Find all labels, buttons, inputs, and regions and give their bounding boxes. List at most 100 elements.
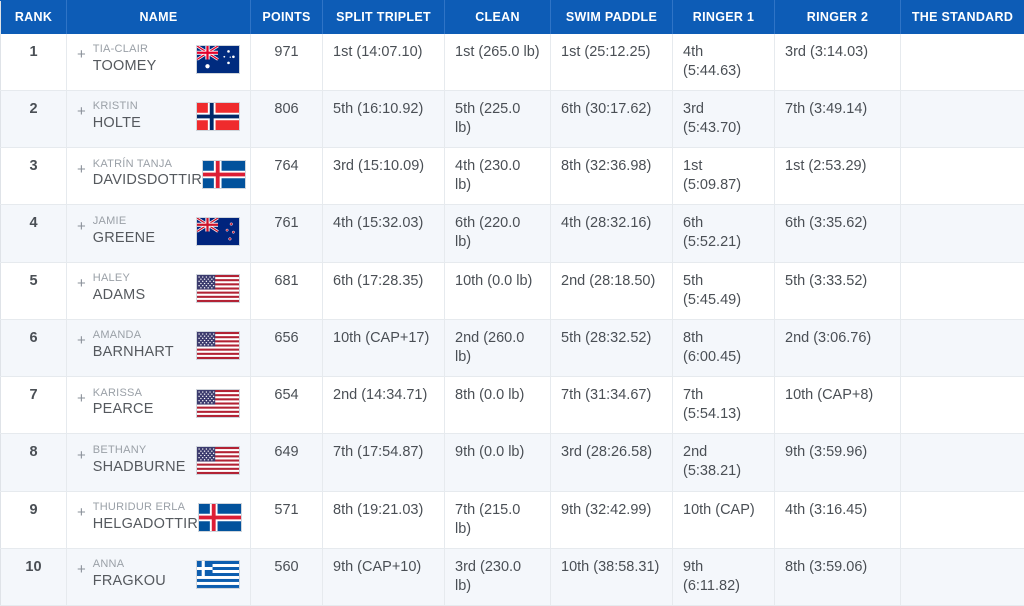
rank-value: 1: [1, 34, 67, 91]
greece-flag-icon: [196, 560, 240, 589]
ringer-2-value: 8th (3:59.06): [775, 548, 901, 605]
rank-value: 9: [1, 491, 67, 548]
the-standard-value: [901, 262, 1024, 319]
column-header-ringer1[interactable]: RINGER 1: [673, 1, 775, 34]
ringer-1-value: 5th (5:45.49): [673, 262, 775, 319]
athlete-name-cell: + THURIDUR ERLAHELGADOTTIR: [67, 491, 251, 548]
ringer-2-value: 10th (CAP+8): [775, 377, 901, 434]
the-standard-value: [901, 34, 1024, 91]
rank-value: 6: [1, 319, 67, 376]
ringer-2-value: 1st (2:53.29): [775, 148, 901, 205]
points-value: 971: [251, 34, 323, 91]
ringer-1-value: 6th (5:52.21): [673, 205, 775, 262]
athlete-name-cell: +KARISSAPEARCE: [67, 377, 251, 434]
column-header-ringer2[interactable]: RINGER 2: [775, 1, 901, 34]
points-value: 649: [251, 434, 323, 491]
table-row[interactable]: 7+KARISSAPEARCE 6542nd (14:34.71)8t: [1, 377, 1024, 434]
athlete-last-name: GREENE: [93, 229, 155, 248]
points-value: 761: [251, 205, 323, 262]
clean-value: 3rd (230.0 lb): [445, 548, 551, 605]
athlete-name-cell: +ANNAFRAGKOU: [67, 548, 251, 605]
table-header: RANKNAMEPOINTSSPLIT TRIPLETCLEANSWIM PAD…: [1, 1, 1024, 34]
table-row[interactable]: 4+JAMIEGREENE 7614th (15:32.03)6th (220.…: [1, 205, 1024, 262]
athlete-name-cell: + KRISTINHOLTE: [67, 90, 251, 147]
athlete-name-cell: + JAMIEGREENE: [67, 205, 251, 262]
rank-value: 8: [1, 434, 67, 491]
ringer-2-value: 9th (3:59.96): [775, 434, 901, 491]
table-body: 1+TIA-CLAIRTOOMEY 9711st (14:07.10)1st (…: [1, 34, 1024, 606]
split-triplet-value: 4th (15:32.03): [323, 205, 445, 262]
athlete-last-name: SHADBURNE: [93, 458, 186, 477]
column-header-points[interactable]: POINTS: [251, 1, 323, 34]
athlete-name-cell: + BETHANYSHADBURNE: [67, 434, 251, 491]
table-row[interactable]: 8+BETHANYSHADBURNE 6497th (17:54.87: [1, 434, 1024, 491]
swim-paddle-value: 5th (28:32.52): [551, 319, 673, 376]
usa-flag-icon: [196, 331, 240, 360]
table-row[interactable]: 6+AMANDABARNHART 65610th (CAP+17)2n: [1, 319, 1024, 376]
split-triplet-value: 1st (14:07.10): [323, 34, 445, 91]
table-row[interactable]: 5+HALEYADAMS 6816th (17:28.35)10th: [1, 262, 1024, 319]
rank-value: 3: [1, 148, 67, 205]
column-header-swim[interactable]: SWIM PADDLE: [551, 1, 673, 34]
table-row[interactable]: 9+THURIDUR ERLAHELGADOTTIR 5718th (19:21…: [1, 491, 1024, 548]
norway-flag-icon: [196, 102, 240, 131]
table-row[interactable]: 2+KRISTINHOLTE 8065th (16:10.92)5th (225…: [1, 90, 1024, 147]
table-row[interactable]: 10+ANNAFRAGKOU 5609th (CAP+10)3rd (230.0…: [1, 548, 1024, 605]
athlete-first-name: AMANDA: [93, 329, 174, 343]
column-header-name[interactable]: NAME: [67, 1, 251, 34]
athlete-last-name: FRAGKOU: [93, 572, 166, 591]
points-value: 764: [251, 148, 323, 205]
split-triplet-value: 6th (17:28.35): [323, 262, 445, 319]
expand-row-icon[interactable]: +: [77, 158, 86, 177]
athlete-last-name: HELGADOTTIR: [93, 515, 198, 534]
column-header-split[interactable]: SPLIT TRIPLET: [323, 1, 445, 34]
points-value: 806: [251, 90, 323, 147]
table-row[interactable]: 3+KATRÍN TANJADAVIDSDOTTIR 7643rd (15:10…: [1, 148, 1024, 205]
clean-value: 1st (265.0 lb): [445, 34, 551, 91]
athlete-first-name: JAMIE: [93, 215, 155, 229]
the-standard-value: [901, 148, 1024, 205]
leaderboard-table: RANKNAMEPOINTSSPLIT TRIPLETCLEANSWIM PAD…: [0, 0, 1024, 606]
expand-row-icon[interactable]: +: [77, 43, 86, 62]
split-triplet-value: 5th (16:10.92): [323, 90, 445, 147]
expand-row-icon[interactable]: +: [77, 215, 86, 234]
expand-row-icon[interactable]: +: [77, 501, 86, 520]
expand-row-icon[interactable]: +: [77, 387, 86, 406]
clean-value: 7th (215.0 lb): [445, 491, 551, 548]
expand-row-icon[interactable]: +: [77, 100, 86, 119]
clean-value: 9th (0.0 lb): [445, 434, 551, 491]
ringer-1-value: 9th (6:11.82): [673, 548, 775, 605]
ringer-2-value: 6th (3:35.62): [775, 205, 901, 262]
athlete-name-cell: +TIA-CLAIRTOOMEY: [67, 34, 251, 91]
clean-value: 5th (225.0 lb): [445, 90, 551, 147]
expand-row-icon[interactable]: +: [77, 329, 86, 348]
column-header-clean[interactable]: CLEAN: [445, 1, 551, 34]
points-value: 654: [251, 377, 323, 434]
ringer-2-value: 7th (3:49.14): [775, 90, 901, 147]
ringer-1-value: 7th (5:54.13): [673, 377, 775, 434]
swim-paddle-value: 7th (31:34.67): [551, 377, 673, 434]
swim-paddle-value: 10th (38:58.31): [551, 548, 673, 605]
ringer-1-value: 3rd (5:43.70): [673, 90, 775, 147]
athlete-first-name: KRISTIN: [93, 100, 141, 114]
newzealand-flag-icon: [196, 217, 240, 246]
column-header-standard[interactable]: THE STANDARD: [901, 1, 1024, 34]
expand-row-icon[interactable]: +: [77, 444, 86, 463]
split-triplet-value: 10th (CAP+17): [323, 319, 445, 376]
expand-row-icon[interactable]: +: [77, 272, 86, 291]
split-triplet-value: 9th (CAP+10): [323, 548, 445, 605]
ringer-1-value: 1st (5:09.87): [673, 148, 775, 205]
athlete-first-name: THURIDUR ERLA: [93, 501, 198, 515]
header-row: RANKNAMEPOINTSSPLIT TRIPLETCLEANSWIM PAD…: [1, 1, 1024, 34]
expand-row-icon[interactable]: +: [77, 558, 86, 577]
rank-value: 5: [1, 262, 67, 319]
split-triplet-value: 7th (17:54.87): [323, 434, 445, 491]
column-header-rank[interactable]: RANK: [1, 1, 67, 34]
ringer-2-value: 5th (3:33.52): [775, 262, 901, 319]
athlete-last-name: HOLTE: [93, 114, 141, 133]
table-row[interactable]: 1+TIA-CLAIRTOOMEY 9711st (14:07.10)1st (…: [1, 34, 1024, 91]
rank-value: 7: [1, 377, 67, 434]
swim-paddle-value: 2nd (28:18.50): [551, 262, 673, 319]
ringer-2-value: 3rd (3:14.03): [775, 34, 901, 91]
athlete-first-name: BETHANY: [93, 444, 186, 458]
